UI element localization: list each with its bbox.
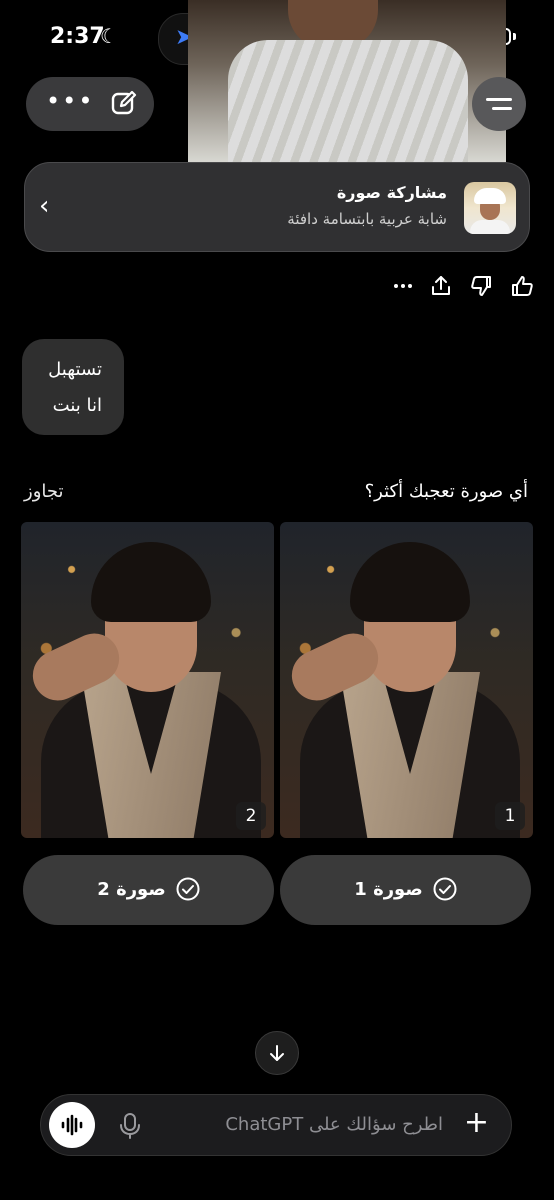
message-line-1: تستهبل [48,359,102,380]
choice-1-label: صورة 1 [354,878,423,900]
battery-tip [513,33,516,40]
share-icon[interactable] [428,273,454,299]
message-composer: + اطرح سؤالك على ChatGPT [40,1094,512,1156]
check-circle-icon [176,877,200,901]
comparison-question: أي صورة تعجبك أكثر؟ [364,481,528,502]
more-options-icon[interactable]: ••• [46,87,94,115]
skip-button[interactable]: تجاوز [24,481,64,502]
choose-image-2-button[interactable]: صورة 2 [23,855,274,925]
check-circle-icon [433,877,457,901]
chevron-left-icon[interactable]: ‹ [39,191,49,221]
message-line-2: انا بنت [52,395,102,416]
scroll-to-bottom-button[interactable] [255,1031,299,1075]
share-thumbnail [464,182,516,234]
waveform-icon [61,1114,83,1136]
top-actions-pill: ••• [26,77,154,131]
image-badge-2: 2 [236,802,266,830]
sidebar-menu-button[interactable] [472,77,526,131]
new-chat-icon[interactable] [110,89,138,117]
share-card-subtitle: شابة عربية بابتسامة دافئة [287,210,447,228]
plus-icon[interactable]: + [464,1108,489,1138]
voice-mode-button[interactable] [49,1102,95,1148]
image-option-2[interactable]: 2 [21,522,274,838]
image-option-1[interactable]: 1 [280,522,533,838]
choose-image-1-button[interactable]: صورة 1 [280,855,531,925]
thumbs-down-icon[interactable] [468,273,494,299]
share-card-title: مشاركة صورة [336,183,447,202]
background-portrait-image [188,0,506,162]
thumbs-up-icon[interactable] [508,273,534,299]
status-time: 2:37 [50,24,105,49]
moon-icon: ☾ [100,24,118,48]
choice-2-label: صورة 2 [97,878,166,900]
image-share-card[interactable]: ‹ مشاركة صورة شابة عربية بابتسامة دافئة [24,162,530,252]
microphone-icon[interactable] [119,1112,141,1140]
image-badge-1: 1 [495,802,525,830]
more-icon[interactable] [390,273,416,299]
arrow-down-icon [270,1045,284,1061]
user-message-bubble: تستهبل انا بنت [22,339,124,435]
prompt-input[interactable]: اطرح سؤالك على ChatGPT [225,1114,443,1135]
